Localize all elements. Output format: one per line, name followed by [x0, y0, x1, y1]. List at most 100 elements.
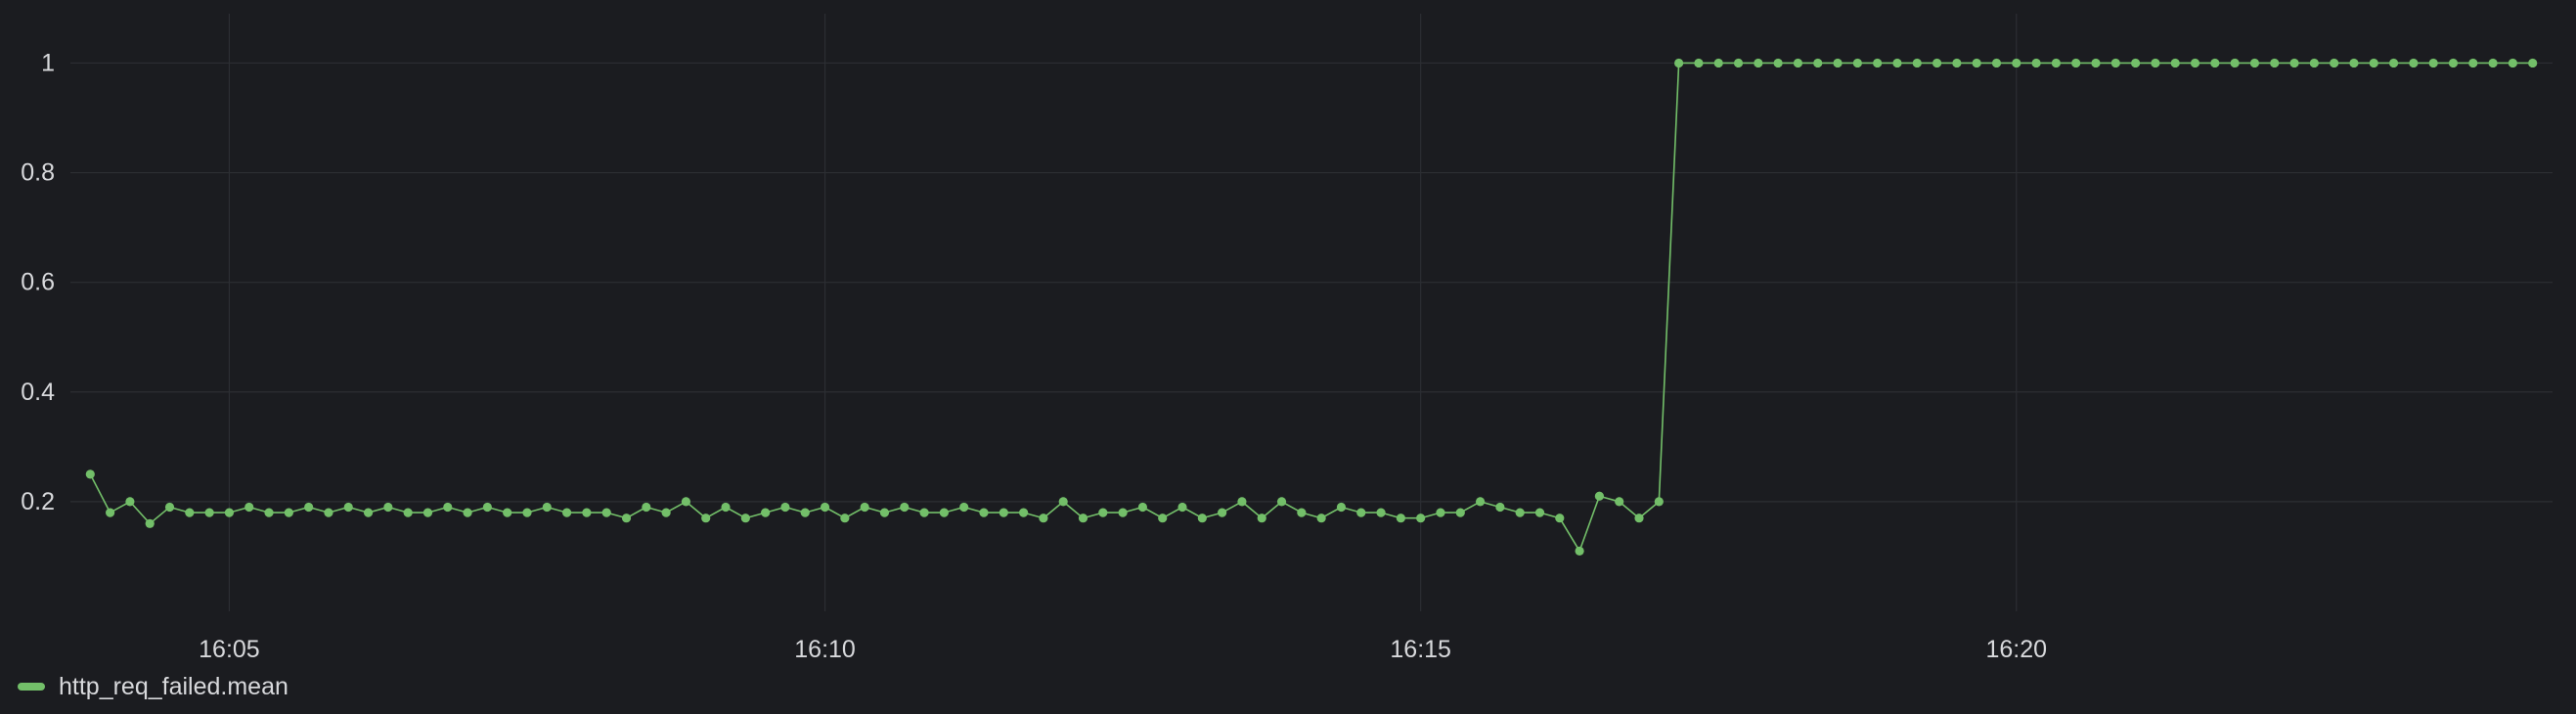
data-point[interactable]: [224, 508, 235, 517]
data-point[interactable]: [2409, 58, 2419, 68]
data-point[interactable]: [503, 508, 512, 517]
data-point[interactable]: [482, 502, 492, 513]
data-point[interactable]: [1773, 58, 1783, 68]
data-point[interactable]: [1376, 508, 1386, 517]
data-point[interactable]: [601, 508, 611, 517]
data-point[interactable]: [1118, 508, 1128, 517]
data-point[interactable]: [1137, 502, 1148, 513]
data-point[interactable]: [244, 502, 254, 513]
data-point[interactable]: [800, 508, 810, 517]
data-point[interactable]: [1694, 58, 1704, 68]
data-point[interactable]: [1515, 508, 1525, 517]
data-point[interactable]: [1932, 58, 1942, 68]
data-point[interactable]: [463, 508, 472, 517]
data-point[interactable]: [1455, 508, 1465, 517]
data-point[interactable]: [1316, 513, 1326, 523]
data-point[interactable]: [2151, 58, 2160, 68]
data-point[interactable]: [343, 502, 353, 513]
data-point[interactable]: [2309, 58, 2319, 68]
data-point[interactable]: [1575, 546, 1584, 556]
data-point[interactable]: [164, 502, 175, 513]
data-point[interactable]: [761, 508, 771, 517]
data-point[interactable]: [1534, 508, 1545, 517]
data-point[interactable]: [1713, 58, 1723, 68]
data-point[interactable]: [1396, 513, 1405, 523]
data-point[interactable]: [780, 502, 790, 513]
data-point[interactable]: [900, 502, 910, 513]
data-point[interactable]: [403, 508, 413, 517]
data-point[interactable]: [1912, 58, 1922, 68]
data-point[interactable]: [701, 513, 711, 523]
data-point[interactable]: [1852, 58, 1862, 68]
data-point[interactable]: [840, 513, 850, 523]
data-point[interactable]: [1356, 508, 1366, 517]
data-point[interactable]: [363, 508, 374, 517]
data-point[interactable]: [2012, 58, 2021, 68]
data-point[interactable]: [1018, 508, 1029, 517]
data-point[interactable]: [2468, 58, 2478, 68]
data-point[interactable]: [879, 508, 890, 517]
data-point[interactable]: [2170, 58, 2180, 68]
data-point[interactable]: [2349, 58, 2359, 68]
data-point[interactable]: [2051, 58, 2061, 68]
data-point[interactable]: [661, 508, 671, 517]
data-point[interactable]: [1733, 58, 1744, 68]
data-point[interactable]: [1078, 513, 1088, 523]
data-point[interactable]: [383, 502, 393, 513]
data-point[interactable]: [1495, 502, 1505, 513]
data-point[interactable]: [562, 508, 572, 517]
data-point[interactable]: [999, 508, 1008, 517]
data-point[interactable]: [2330, 58, 2339, 68]
data-point[interactable]: [1416, 513, 1426, 523]
data-point[interactable]: [919, 508, 929, 517]
data-point[interactable]: [1952, 58, 1962, 68]
data-point[interactable]: [2110, 58, 2120, 68]
data-point[interactable]: [582, 508, 592, 517]
data-point[interactable]: [1058, 497, 1068, 507]
data-point[interactable]: [1833, 58, 1843, 68]
data-point[interactable]: [1634, 513, 1644, 523]
data-point[interactable]: [1654, 497, 1664, 507]
data-point[interactable]: [443, 502, 453, 513]
data-point[interactable]: [422, 508, 433, 517]
data-point[interactable]: [1276, 497, 1287, 507]
data-point[interactable]: [2369, 58, 2378, 68]
data-point[interactable]: [1237, 497, 1247, 507]
data-point[interactable]: [145, 518, 155, 528]
data-point[interactable]: [1674, 58, 1684, 68]
data-point[interactable]: [2190, 58, 2200, 68]
data-point[interactable]: [522, 508, 532, 517]
data-point[interactable]: [721, 502, 731, 513]
data-point[interactable]: [2210, 58, 2220, 68]
data-point[interactable]: [2270, 58, 2280, 68]
data-point[interactable]: [820, 502, 830, 513]
data-point[interactable]: [2249, 58, 2260, 68]
data-point[interactable]: [2488, 58, 2498, 68]
data-point[interactable]: [1297, 508, 1307, 517]
data-point[interactable]: [2388, 58, 2399, 68]
data-point[interactable]: [1594, 491, 1605, 501]
legend[interactable]: http_req_failed.mean: [18, 669, 289, 704]
data-point[interactable]: [959, 502, 969, 513]
data-point[interactable]: [2508, 58, 2517, 68]
data-point[interactable]: [2448, 58, 2459, 68]
data-point[interactable]: [264, 508, 274, 517]
data-point[interactable]: [2428, 58, 2438, 68]
data-point[interactable]: [542, 502, 552, 513]
data-point[interactable]: [185, 508, 195, 517]
data-point[interactable]: [642, 502, 651, 513]
data-point[interactable]: [1754, 58, 1763, 68]
data-point[interactable]: [2230, 58, 2240, 68]
data-point[interactable]: [2131, 58, 2141, 68]
data-point[interactable]: [304, 502, 314, 513]
data-point[interactable]: [1177, 502, 1187, 513]
data-point[interactable]: [740, 513, 750, 523]
data-point[interactable]: [1098, 508, 1108, 517]
data-point[interactable]: [1991, 58, 2002, 68]
data-point[interactable]: [979, 508, 989, 517]
data-point[interactable]: [2528, 58, 2538, 68]
data-point[interactable]: [1892, 58, 1902, 68]
data-point[interactable]: [1793, 58, 1803, 68]
data-point[interactable]: [1813, 58, 1823, 68]
data-point[interactable]: [860, 502, 869, 513]
